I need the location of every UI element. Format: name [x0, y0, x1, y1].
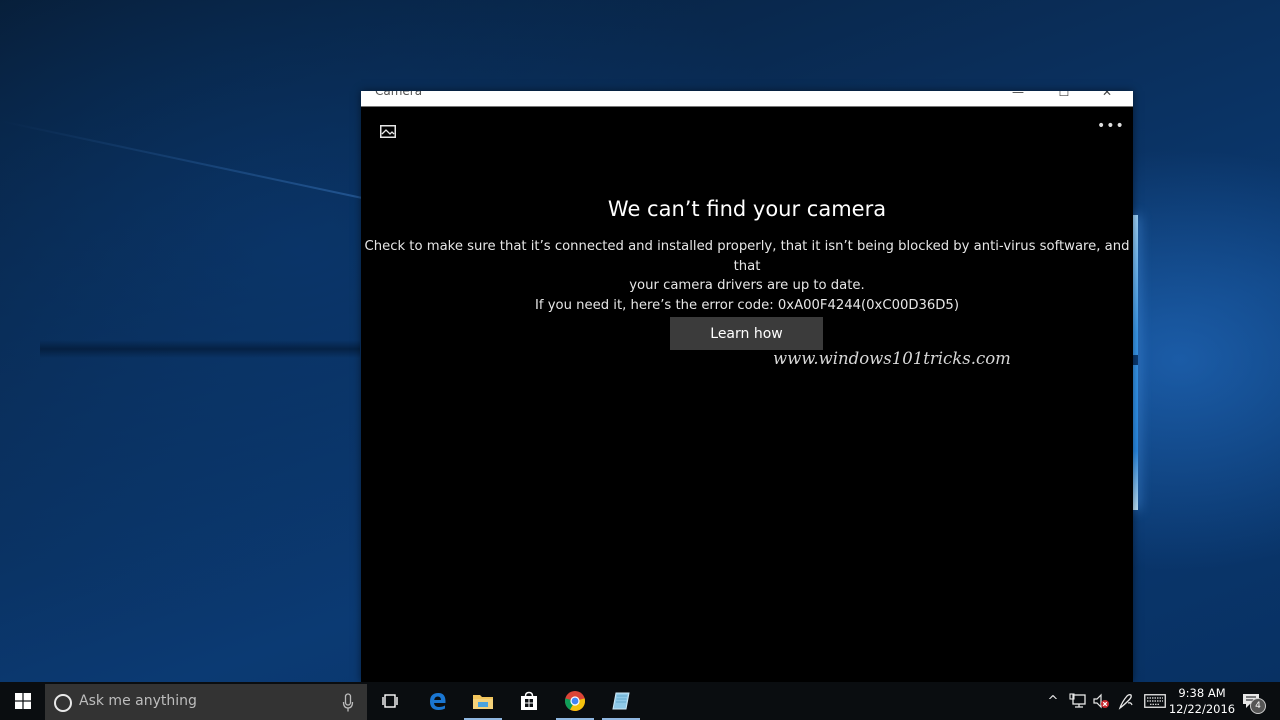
- error-message: Check to make sure that it’s connected a…: [361, 237, 1133, 315]
- clock-button[interactable]: 9:38 AM 12/22/2016: [1166, 685, 1238, 717]
- show-hidden-icons-button[interactable]: ^: [1044, 682, 1062, 720]
- window-title: Camera: [375, 91, 423, 98]
- task-view-icon: [382, 694, 398, 708]
- notepad-icon: [612, 692, 630, 710]
- notification-count-badge: 4: [1250, 698, 1266, 714]
- taskbar: Ask me anything ^ 9:38 AM 12/22/2016 4: [0, 682, 1280, 720]
- wallpaper-window-light: [1133, 215, 1138, 510]
- store-icon: [521, 691, 537, 710]
- store-taskbar-button[interactable]: [506, 682, 552, 720]
- windows-logo-icon: [14, 693, 31, 709]
- wallpaper-shadow-band: [40, 340, 360, 358]
- close-button[interactable]: ✕: [1092, 91, 1122, 105]
- task-view-button[interactable]: [367, 682, 413, 720]
- error-headline: We can’t find your camera: [607, 197, 887, 221]
- clock-time: 9:38 AM: [1178, 686, 1226, 700]
- microphone-icon[interactable]: [342, 693, 354, 713]
- network-icon: [1069, 693, 1086, 708]
- search-placeholder: Ask me anything: [79, 693, 197, 709]
- photos-icon[interactable]: [380, 123, 396, 138]
- title-bar[interactable]: Camera — ☐ ✕: [361, 91, 1133, 107]
- folder-icon: [473, 695, 493, 709]
- pen-workspace-button[interactable]: [1114, 682, 1138, 720]
- more-options-icon[interactable]: •••: [1097, 119, 1124, 135]
- error-code-line: If you need it, here’s the error code: 0…: [535, 297, 959, 313]
- error-message-line: Check to make sure that it’s connected a…: [364, 239, 1130, 274]
- camera-window: Camera — ☐ ✕ ••• We can’t find your came…: [361, 91, 1133, 682]
- start-button[interactable]: [0, 682, 45, 720]
- edge-taskbar-button[interactable]: [415, 682, 461, 720]
- watermark-text: www.windows101tricks.com: [773, 349, 1011, 368]
- volume-muted-icon: [1093, 693, 1109, 709]
- file-explorer-taskbar-button[interactable]: [460, 682, 506, 720]
- error-message-line: your camera drivers are up to date.: [629, 278, 865, 293]
- keyboard-icon: [1144, 694, 1166, 708]
- chrome-icon: [564, 691, 586, 712]
- maximize-button[interactable]: ☐: [1049, 91, 1079, 105]
- learn-how-button[interactable]: Learn how: [670, 317, 823, 350]
- volume-tray-button[interactable]: [1090, 682, 1112, 720]
- notepad-taskbar-button[interactable]: [598, 682, 644, 720]
- cortana-icon: [54, 694, 72, 712]
- edge-icon: [430, 693, 446, 710]
- cortana-search-box[interactable]: Ask me anything: [45, 684, 367, 720]
- network-tray-button[interactable]: [1066, 682, 1090, 720]
- minimize-button[interactable]: —: [1003, 91, 1033, 105]
- pen-icon: [1118, 694, 1133, 710]
- clock-date: 12/22/2016: [1168, 702, 1236, 716]
- chrome-taskbar-button[interactable]: [552, 682, 598, 720]
